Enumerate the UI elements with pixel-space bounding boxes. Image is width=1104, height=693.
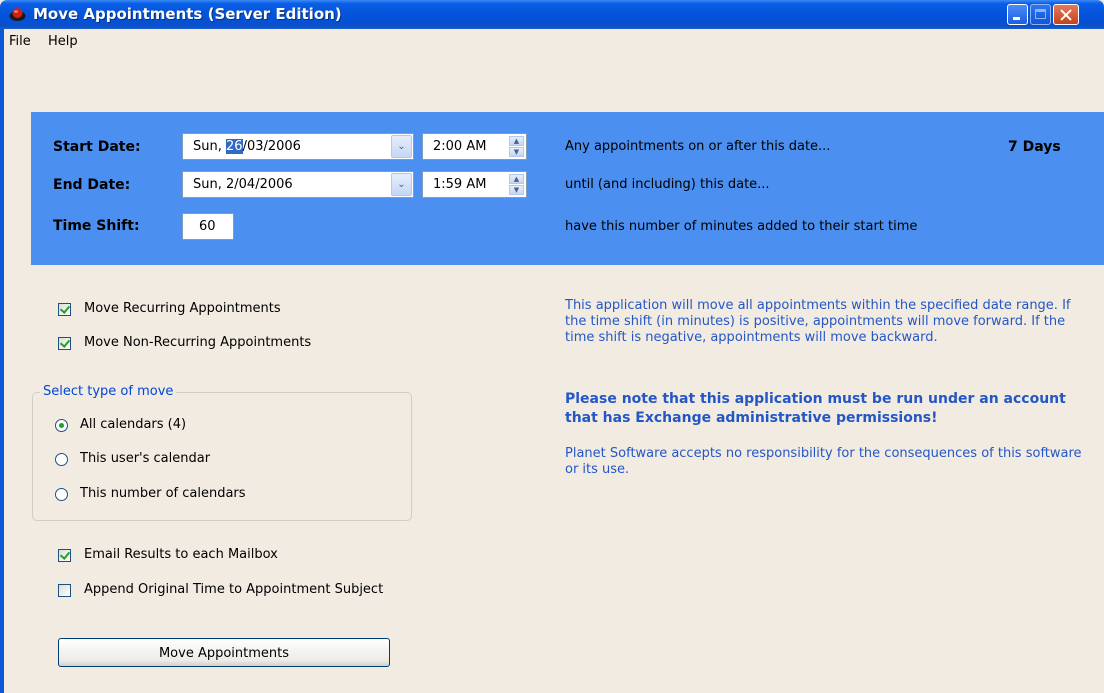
title-bar[interactable]: Move Appointments (Server Edition) <box>0 0 1104 29</box>
warning-text: Please note that this application must b… <box>565 391 1066 426</box>
email-results-label[interactable]: Email Results to each Mailbox <box>84 547 278 562</box>
time-shift-description: have this number of minutes added to the… <box>565 219 918 234</box>
recurring-label[interactable]: Move Recurring Appointments <box>84 301 281 316</box>
radio-all-calendars[interactable] <box>55 419 68 432</box>
radio-all-calendars-label[interactable]: All calendars (4) <box>80 417 186 432</box>
end-time-value: 1:59 AM <box>433 177 487 192</box>
menu-file[interactable]: File <box>9 34 31 49</box>
end-date-picker[interactable]: Sun, 2/04/2006 ⌄ <box>182 171 414 198</box>
menu-bar: File Help <box>4 29 1104 55</box>
end-date-dropdown-icon[interactable]: ⌄ <box>391 173 412 196</box>
radio-user-calendar[interactable] <box>55 453 68 466</box>
end-date-label: End Date: <box>53 177 131 193</box>
start-day-selected: 26 <box>226 139 243 154</box>
end-date-value: Sun, 2/04/2006 <box>193 177 293 192</box>
start-date-value: Sun, 26/03/2006 <box>193 139 301 154</box>
end-date-description: until (and including) this date... <box>565 177 770 192</box>
non-recurring-label[interactable]: Move Non-Recurring Appointments <box>84 335 311 350</box>
start-date-dropdown-icon[interactable]: ⌄ <box>391 135 412 158</box>
time-shift-label: Time Shift: <box>53 218 140 234</box>
radio-number-calendars-label[interactable]: This number of calendars <box>80 486 246 501</box>
days-count: 7 Days <box>1008 139 1061 155</box>
radio-number-calendars[interactable] <box>55 488 68 501</box>
move-type-legend: Select type of move <box>40 384 177 399</box>
start-time-spinner[interactable]: 2:00 AM ▲ ▼ <box>422 133 527 160</box>
start-time-value: 2:00 AM <box>433 139 487 154</box>
move-appointments-button[interactable]: Move Appointments <box>58 638 390 667</box>
window-frame <box>0 29 4 693</box>
start-date-description: Any appointments on or after this date..… <box>565 139 831 154</box>
start-date-label: Start Date: <box>53 139 141 155</box>
append-time-checkbox[interactable] <box>58 584 71 597</box>
time-shift-value: 60 <box>199 219 216 234</box>
date-panel: Start Date: Sun, 26/03/2006 ⌄ 2:00 AM ▲ ▼… <box>31 112 1104 265</box>
non-recurring-checkbox[interactable] <box>58 337 71 350</box>
time-shift-input[interactable]: 60 <box>182 213 234 240</box>
end-time-spin-icon[interactable]: ▲ ▼ <box>509 174 524 195</box>
close-button[interactable] <box>1053 4 1079 25</box>
start-time-spin-icon[interactable]: ▲ ▼ <box>509 136 524 157</box>
window-title: Move Appointments (Server Edition) <box>33 5 342 23</box>
app-icon <box>9 8 26 21</box>
start-date-picker[interactable]: Sun, 26/03/2006 ⌄ <box>182 133 414 160</box>
disclaimer-text: Planet Software accepts no responsibilit… <box>565 446 1082 477</box>
menu-help[interactable]: Help <box>48 34 78 49</box>
minimize-button[interactable] <box>1007 4 1028 25</box>
recurring-checkbox[interactable] <box>58 303 71 316</box>
radio-user-calendar-label[interactable]: This user's calendar <box>80 451 210 466</box>
end-time-spinner[interactable]: 1:59 AM ▲ ▼ <box>422 171 527 198</box>
email-results-checkbox[interactable] <box>58 549 71 562</box>
append-time-label[interactable]: Append Original Time to Appointment Subj… <box>84 582 383 597</box>
description-text: This application will move all appointme… <box>565 298 1071 345</box>
maximize-button[interactable] <box>1030 4 1051 25</box>
